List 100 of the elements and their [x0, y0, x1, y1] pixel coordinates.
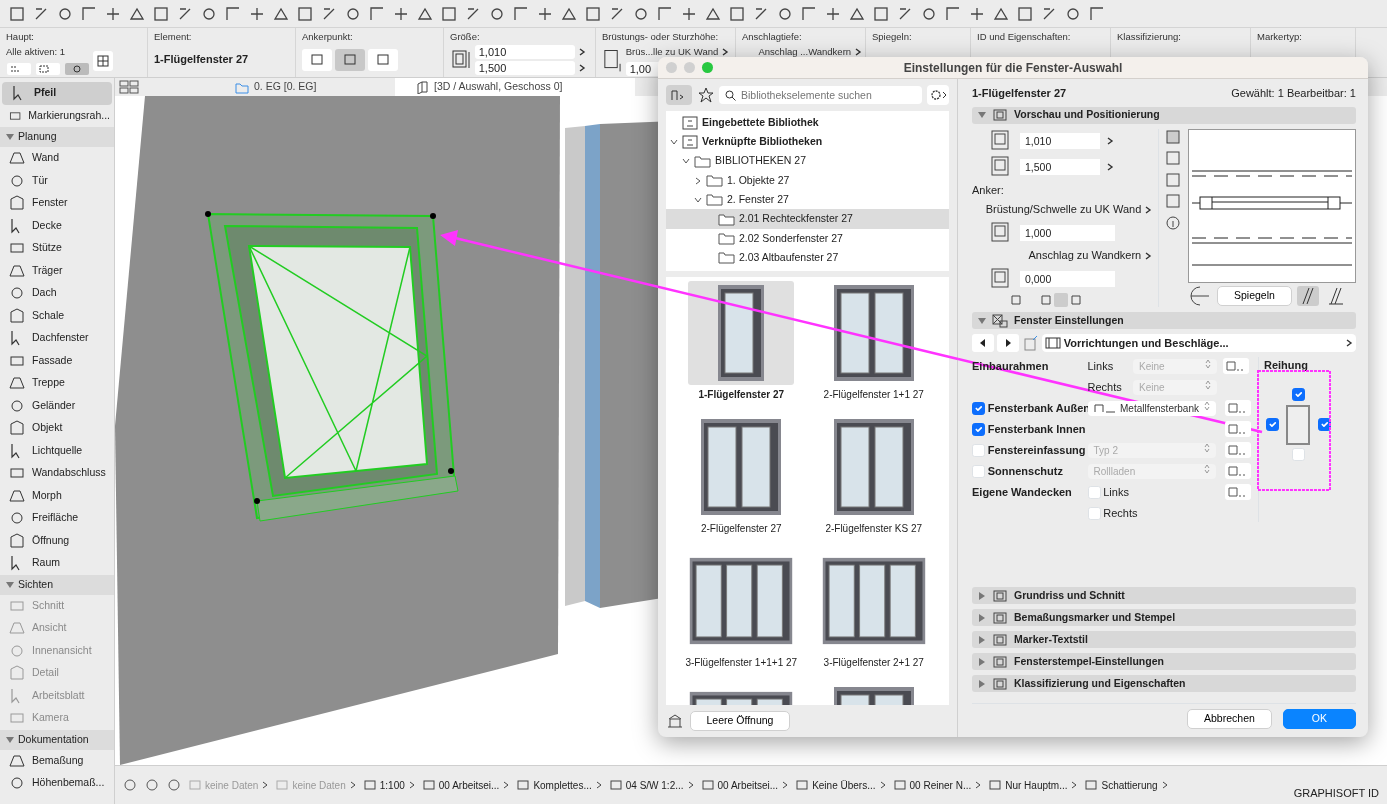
- checkbox[interactable]: [1291, 388, 1305, 402]
- tool-item[interactable]: Geländer: [0, 394, 114, 417]
- chevron-icon[interactable]: [1144, 205, 1152, 214]
- tool-item[interactable]: Bemaßung: [0, 749, 114, 772]
- checkbox[interactable]: [1317, 418, 1331, 432]
- tree-item[interactable]: BIBLIOTHEKEN 27: [666, 151, 949, 171]
- status-item[interactable]: Keine Übers...: [796, 777, 886, 793]
- chevron-icon[interactable]: [853, 48, 862, 57]
- tool-item[interactable]: Objekt: [0, 417, 114, 440]
- tool-item[interactable]: Wand: [0, 147, 114, 170]
- expand-triangle-icon[interactable]: [978, 679, 986, 688]
- value-field[interactable]: 1,010: [1020, 132, 1100, 149]
- toolbar-icon[interactable]: [80, 4, 98, 23]
- collapse-triangle-icon[interactable]: [6, 735, 14, 744]
- option-settings-icon[interactable]: [1222, 358, 1249, 375]
- chevron-icon[interactable]: [1105, 136, 1114, 145]
- collapse-triangle-icon[interactable]: [6, 133, 14, 141]
- tree-item[interactable]: 2.02 Sonderfenster 27: [666, 228, 949, 249]
- status-item[interactable]: 00 Reiner N...: [893, 777, 982, 793]
- chevron-icon[interactable]: [721, 48, 729, 57]
- anchor-point-button[interactable]: [302, 49, 332, 72]
- option-settings-icon[interactable]: [1225, 421, 1251, 438]
- tool-item[interactable]: Freifläche: [0, 507, 114, 530]
- toolbar-icon[interactable]: [1088, 4, 1106, 23]
- tool-item[interactable]: Morph: [0, 484, 114, 507]
- mirror-button[interactable]: Spiegeln: [1217, 286, 1292, 307]
- value-field[interactable]: 1,500: [474, 61, 575, 76]
- chevron-icon[interactable]: [1105, 163, 1114, 172]
- status-item[interactable]: Komplettes...: [517, 777, 602, 793]
- checkbox[interactable]: [972, 422, 985, 436]
- selection-mode-icon[interactable]: [6, 62, 32, 77]
- window-tool-icon[interactable]: [92, 49, 115, 72]
- tree-item[interactable]: 2. Fenster 27: [666, 190, 949, 210]
- tree-item[interactable]: Eingebettete Bibliothek: [666, 113, 949, 133]
- next-page-icon[interactable]: [996, 334, 1019, 353]
- value-field[interactable]: 1,000: [1020, 224, 1115, 241]
- cancel-button[interactable]: Abbrechen: [1187, 709, 1272, 729]
- anchor-point-button[interactable]: [334, 49, 365, 72]
- status-item[interactable]: 1:100: [363, 777, 415, 793]
- grid-view-icon[interactable]: [119, 80, 139, 94]
- tool-item[interactable]: Raum: [0, 552, 114, 575]
- value-field[interactable]: 0,000: [1020, 270, 1115, 287]
- zoom-icon[interactable]: [167, 778, 181, 792]
- option-settings-icon[interactable]: [1225, 442, 1251, 459]
- collapse-triangle-icon[interactable]: [6, 580, 14, 589]
- expand-triangle-icon[interactable]: [978, 591, 986, 600]
- ok-button[interactable]: OK: [1282, 709, 1356, 729]
- favorites-icon[interactable]: [697, 87, 714, 103]
- tree-item[interactable]: 2.01 Rechteckfenster 27: [666, 209, 949, 229]
- expand-triangle-icon[interactable]: [978, 657, 986, 666]
- expand-triangle-icon[interactable]: [978, 613, 986, 622]
- value-field[interactable]: 1,500: [1020, 159, 1100, 176]
- anchor-point-button[interactable]: [367, 49, 398, 72]
- tool-item[interactable]: Markierungsrah...: [0, 104, 114, 127]
- info-icon[interactable]: [1164, 214, 1182, 231]
- marquee-icon[interactable]: [34, 62, 61, 77]
- tool-item[interactable]: Stütze: [0, 237, 114, 260]
- toolbar-icon[interactable]: [656, 4, 674, 23]
- tool-item[interactable]: Tür: [0, 169, 114, 192]
- section-header[interactable]: Marker-Textstil: [972, 631, 1356, 649]
- option-settings-icon[interactable]: [1225, 400, 1251, 417]
- toolbar-icon[interactable]: [800, 4, 818, 23]
- frame-icon[interactable]: [1164, 193, 1182, 209]
- checkbox[interactable]: [972, 401, 985, 415]
- section-header[interactable]: Bemaßungsmarker und Stempel: [972, 609, 1356, 627]
- status-item[interactable]: 04 S/W 1:2...: [609, 777, 694, 793]
- option-settings-icon[interactable]: [1225, 463, 1251, 480]
- tree-item[interactable]: 1. Objekte 27: [666, 170, 949, 191]
- toolbar-icon[interactable]: [368, 4, 386, 23]
- tool-item[interactable]: Fenster: [0, 192, 114, 215]
- option-settings-icon[interactable]: [1225, 484, 1251, 501]
- chevron-icon[interactable]: [1144, 251, 1152, 260]
- view-toggle-icon[interactable]: [1164, 128, 1182, 145]
- empty-opening-button[interactable]: Leere Öffnung: [689, 711, 791, 731]
- tool-item[interactable]: Träger: [0, 259, 114, 282]
- collapse-triangle-icon[interactable]: [978, 111, 986, 119]
- settings-icon[interactable]: [927, 85, 949, 105]
- previous-page-icon[interactable]: [972, 334, 994, 353]
- tool-item[interactable]: Lichtquelle: [0, 439, 114, 462]
- view-tab[interactable]: 0. EG [0. EG]: [215, 78, 395, 96]
- tool-item[interactable]: Schale: [0, 304, 114, 327]
- status-item[interactable]: 00 Arbeitsei...: [422, 777, 510, 793]
- status-item[interactable]: 00 Arbeitsei...: [701, 777, 789, 793]
- section-header[interactable]: Grundriss und Schnitt: [972, 587, 1356, 605]
- tool-item[interactable]: Pfeil: [2, 82, 112, 105]
- undo-icon[interactable]: [123, 778, 137, 792]
- section-header[interactable]: Fenster Einstellungen: [972, 312, 1356, 330]
- tool-item[interactable]: Höhenbemaß...: [0, 772, 114, 795]
- tool-item[interactable]: Fassade: [0, 349, 114, 372]
- chevron-icon[interactable]: [1345, 339, 1354, 348]
- value-field[interactable]: 1,010: [474, 45, 575, 60]
- library-icon[interactable]: [666, 85, 692, 105]
- toolbar-icon[interactable]: [224, 4, 242, 23]
- checkbox[interactable]: [1265, 418, 1279, 432]
- grid-icon[interactable]: [1164, 150, 1182, 166]
- tool-item[interactable]: Dach: [0, 282, 114, 305]
- tree-item[interactable]: 2.03 Altbaufenster 27: [666, 248, 949, 268]
- thumbnail[interactable]: [688, 281, 795, 385]
- redo-icon[interactable]: [145, 778, 159, 792]
- tool-item[interactable]: Wandabschluss: [0, 462, 114, 485]
